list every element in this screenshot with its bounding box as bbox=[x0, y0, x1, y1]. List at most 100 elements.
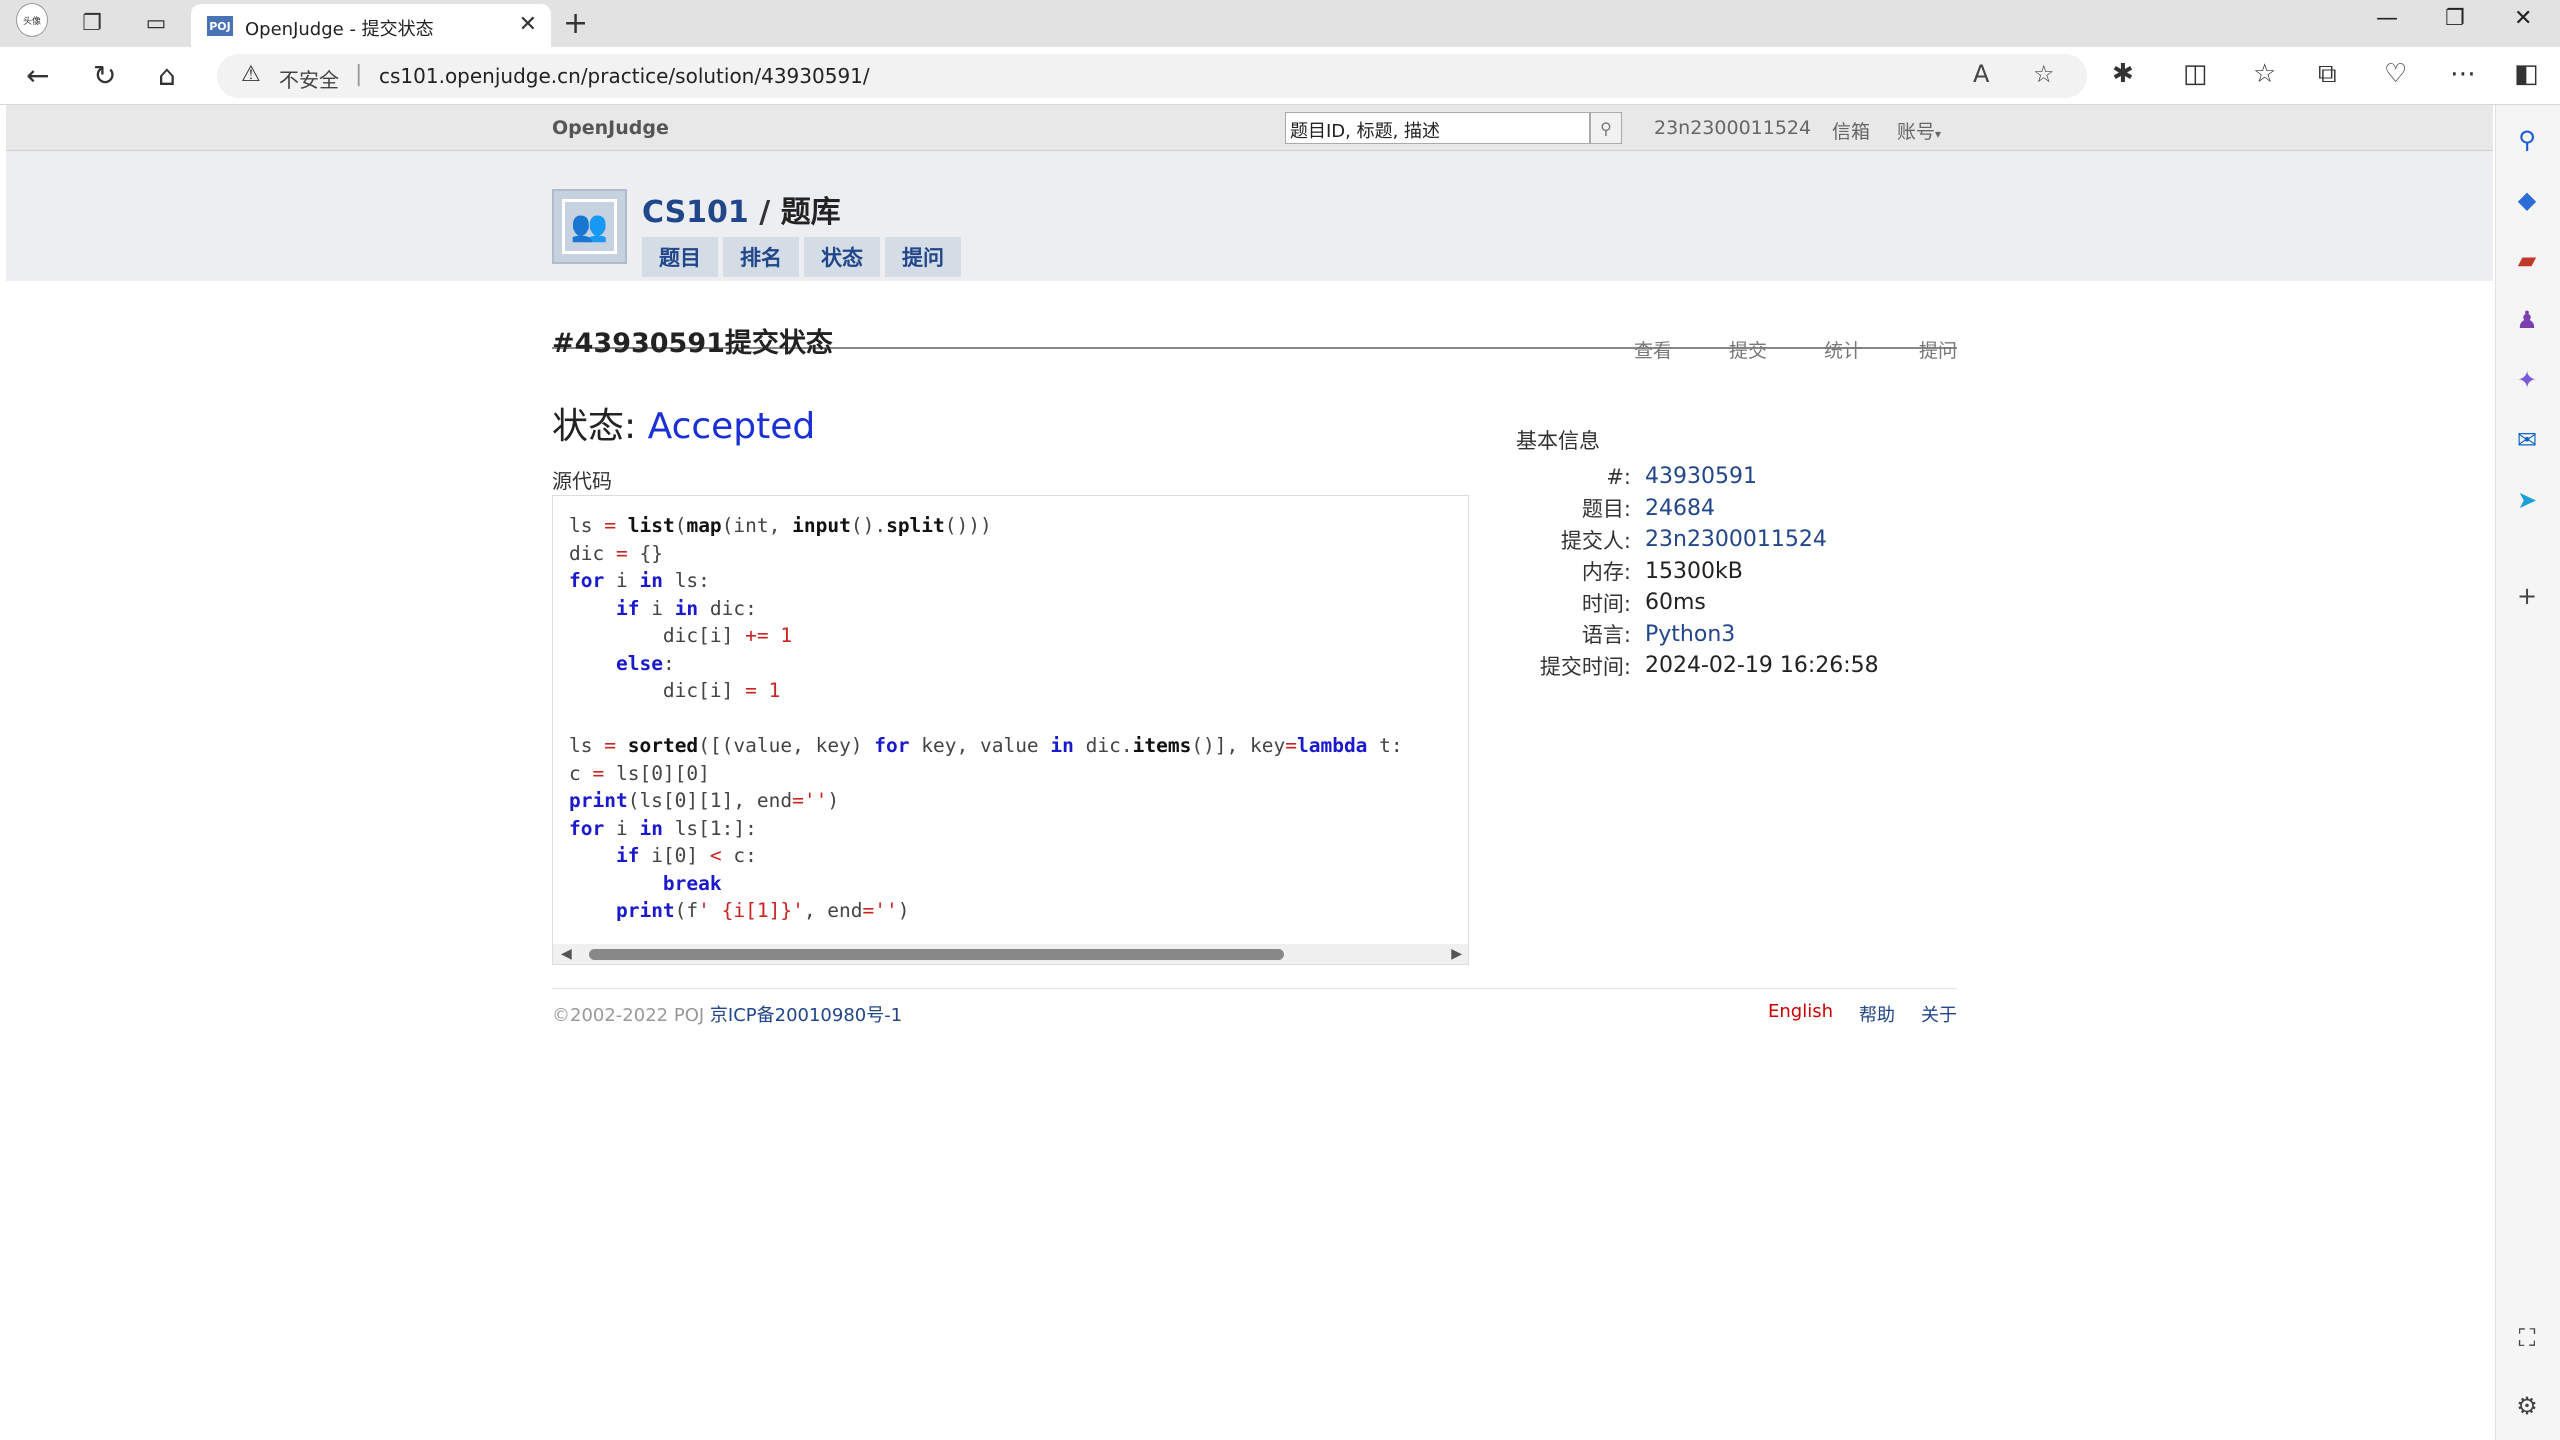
tab-favicon-icon: POJ bbox=[207, 16, 233, 36]
scroll-right-icon[interactable]: ▶ bbox=[1451, 946, 1462, 962]
add-sidebar-app-icon[interactable]: + bbox=[2508, 577, 2546, 615]
active-tab[interactable]: POJ OpenJudge - 提交状态 ✕ bbox=[191, 4, 551, 47]
status-value: Accepted bbox=[647, 406, 816, 447]
action-ask[interactable]: 提问 bbox=[1862, 336, 1957, 363]
restore-icon[interactable]: ❐ bbox=[2445, 6, 2465, 31]
search-icon[interactable]: ⚲ bbox=[2508, 121, 2546, 159]
favorite-star-icon[interactable]: ☆ bbox=[2033, 60, 2055, 88]
info-value-memory: 15300kB bbox=[1645, 558, 1743, 584]
action-statistics[interactable]: 统计 bbox=[1767, 336, 1862, 363]
info-key: 时间: bbox=[1581, 591, 1631, 616]
group-logo-icon: 👥 bbox=[552, 189, 627, 264]
shopping-tag-icon[interactable]: ◆ bbox=[2508, 181, 2546, 219]
solution-actions: 查看 提交 统计 提问 bbox=[1577, 336, 1957, 363]
tab-ranking[interactable]: 排名 bbox=[723, 237, 799, 277]
games-icon[interactable]: ♟ bbox=[2508, 301, 2546, 339]
screenshot-icon[interactable]: ⛶ bbox=[2508, 1319, 2546, 1357]
site-brand[interactable]: OpenJudge bbox=[552, 117, 669, 139]
caret-down-icon: ▾ bbox=[1935, 127, 1942, 141]
home-icon[interactable]: ⌂ bbox=[158, 59, 176, 92]
tools-briefcase-icon[interactable]: ▰ bbox=[2508, 241, 2546, 279]
tab-problems[interactable]: 题目 bbox=[642, 237, 718, 277]
info-value-id[interactable]: 43930591 bbox=[1645, 464, 1757, 489]
collections-icon[interactable]: ⧉ bbox=[2318, 59, 2337, 90]
page-footer: ©2002-2022 POJ 京ICP备20010980号-1 English … bbox=[552, 988, 1957, 1028]
search-input[interactable]: 题目ID, 标题, 描述 bbox=[1285, 112, 1590, 144]
account-label: 账号 bbox=[1897, 121, 1936, 143]
action-submit[interactable]: 提交 bbox=[1672, 336, 1767, 363]
url-text[interactable]: cs101.openjudge.cn/practice/solution/439… bbox=[379, 64, 870, 88]
source-code-box[interactable]: ls = list(map(int, input().split())) dic… bbox=[552, 495, 1469, 965]
tab-actions-icon[interactable]: ▭ bbox=[140, 9, 172, 37]
basic-info-panel: 基本信息 #: 43930591 题目: 24684 提交人: 23n23000… bbox=[1516, 425, 1957, 682]
profile-avatar-icon[interactable]: 头像 bbox=[16, 3, 48, 37]
info-key: 提交时间: bbox=[1539, 654, 1631, 679]
copilot-icon[interactable]: ✦ bbox=[2508, 361, 2546, 399]
browser-toolbar: ← ↻ ⌂ ⚠ 不安全 | cs101.openjudge.cn/practic… bbox=[0, 47, 2560, 105]
status-line: 状态: Accepted bbox=[552, 397, 815, 449]
status-label: 状态: bbox=[552, 406, 648, 447]
info-key: 题目: bbox=[1581, 497, 1631, 522]
group-tabs: 题目 排名 状态 提问 bbox=[642, 237, 961, 277]
group-section-link[interactable]: 题库 bbox=[781, 195, 841, 230]
info-row-submitter: 提交人: 23n2300011524 bbox=[1516, 524, 1957, 556]
tab-title: OpenJudge - 提交状态 bbox=[245, 19, 434, 40]
footer-link-help[interactable]: 帮助 bbox=[1859, 1001, 1895, 1027]
group-header: 👥 CS101 / 题库 题目 排名 状态 提问 bbox=[6, 151, 2493, 281]
refresh-icon[interactable]: ↻ bbox=[93, 59, 116, 92]
sidebar-toggle-icon[interactable]: ◧ bbox=[2514, 59, 2539, 89]
favorites-icon[interactable]: ☆ bbox=[2253, 59, 2276, 89]
warning-icon[interactable]: ⚠ bbox=[241, 62, 261, 87]
group-title-separator: / bbox=[759, 195, 771, 230]
code-horizontal-scrollbar[interactable]: ◀ ▶ bbox=[553, 944, 1468, 964]
security-label[interactable]: 不安全 bbox=[279, 64, 339, 93]
source-code-label: 源代码 bbox=[552, 469, 612, 493]
action-view[interactable]: 查看 bbox=[1577, 336, 1672, 363]
mailbox-link[interactable]: 信箱 bbox=[1832, 117, 1870, 144]
outlook-icon[interactable]: ✉ bbox=[2508, 421, 2546, 459]
window-close-icon[interactable]: ✕ bbox=[2514, 6, 2532, 31]
info-key: 提交人: bbox=[1560, 528, 1631, 553]
footer-link-about[interactable]: 关于 bbox=[1921, 1001, 1957, 1027]
site-top-bar: OpenJudge 题目ID, 标题, 描述 ⚲ 23n2300011524 信… bbox=[6, 105, 2493, 151]
browser-tab-bar: 头像 ❐ ▭ POJ OpenJudge - 提交状态 ✕ + — ❐ ✕ bbox=[0, 0, 2560, 47]
info-value-language[interactable]: Python3 bbox=[1645, 622, 1735, 647]
browser-essentials-icon[interactable]: ♡ bbox=[2384, 59, 2407, 89]
info-key: #: bbox=[1606, 464, 1631, 489]
tab-close-icon[interactable]: ✕ bbox=[519, 12, 537, 37]
read-aloud-icon[interactable]: A bbox=[1973, 60, 1989, 88]
info-row-memory: 内存: 15300kB bbox=[1516, 556, 1957, 588]
footer-link-english[interactable]: English bbox=[1768, 1001, 1833, 1027]
extensions-icon[interactable]: ✱ bbox=[2112, 59, 2134, 89]
footer-links: English 帮助 关于 bbox=[1768, 1001, 1957, 1027]
info-key: 语言: bbox=[1581, 623, 1631, 648]
settings-gear-icon[interactable]: ⚙ bbox=[2508, 1387, 2546, 1425]
account-menu[interactable]: 账号▾ bbox=[1897, 117, 1941, 144]
search-button-icon[interactable]: ⚲ bbox=[1590, 112, 1622, 144]
info-row-time: 时间: 60ms bbox=[1516, 587, 1957, 619]
scrollbar-thumb[interactable] bbox=[589, 949, 1284, 960]
group-title: CS101 / 题库 bbox=[642, 187, 841, 231]
page-viewport: OpenJudge 题目ID, 标题, 描述 ⚲ 23n2300011524 信… bbox=[6, 105, 2493, 1440]
new-tab-icon[interactable]: + bbox=[563, 6, 588, 41]
more-menu-icon[interactable]: ⋯ bbox=[2450, 59, 2476, 89]
send-icon[interactable]: ➤ bbox=[2508, 481, 2546, 519]
info-value-submitter[interactable]: 23n2300011524 bbox=[1645, 527, 1827, 552]
user-link[interactable]: 23n2300011524 bbox=[1654, 117, 1811, 139]
scroll-left-icon[interactable]: ◀ bbox=[561, 946, 572, 962]
back-icon[interactable]: ← bbox=[26, 59, 49, 92]
group-name-link[interactable]: CS101 bbox=[642, 195, 749, 230]
solution-header: #43930591提交状态 查看 提交 统计 提问 bbox=[552, 305, 1957, 362]
info-row-id: #: 43930591 bbox=[1516, 461, 1957, 493]
tab-status[interactable]: 状态 bbox=[804, 237, 880, 277]
workspaces-icon[interactable]: ❐ bbox=[76, 9, 108, 37]
icp-link[interactable]: 京ICP备20010980号-1 bbox=[710, 1005, 902, 1026]
basic-info-title: 基本信息 bbox=[1516, 429, 1600, 453]
edge-sidebar: ⚲ ◆ ▰ ♟ ✦ ✉ ➤ + ⛶ ⚙ bbox=[2495, 105, 2560, 1440]
address-bar[interactable]: ⚠ 不安全 | cs101.openjudge.cn/practice/solu… bbox=[217, 54, 2087, 98]
minimize-icon[interactable]: — bbox=[2376, 6, 2398, 31]
split-screen-icon[interactable]: ◫ bbox=[2183, 59, 2208, 89]
info-value-problem[interactable]: 24684 bbox=[1645, 496, 1715, 521]
copyright: ©2002-2022 POJ 京ICP备20010980号-1 bbox=[552, 1001, 902, 1027]
tab-questions[interactable]: 提问 bbox=[885, 237, 961, 277]
